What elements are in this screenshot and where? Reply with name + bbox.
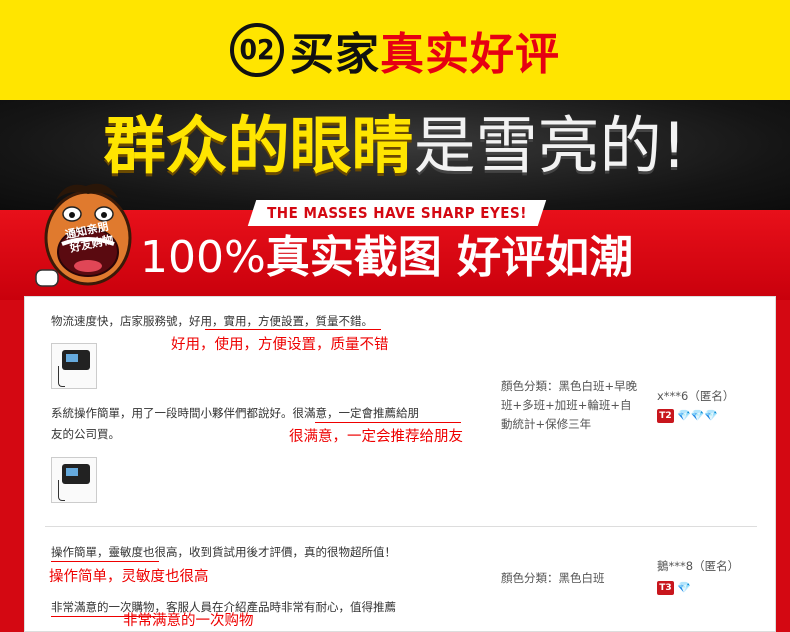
review-divider <box>45 526 757 527</box>
title-red-part: 真实好评 <box>380 29 560 80</box>
section-number-badge: 02 <box>230 23 284 77</box>
sku-label: 顏色分類： <box>501 379 559 393</box>
review-sku-info: 顏色分類：黑色白班 <box>501 569 651 588</box>
review-sku-info: 顏色分類：黑色白班+早晚班+多班+加班+輪班+自動統計+保修三年 <box>501 377 641 434</box>
reviewer-level-badge: T2 <box>657 409 674 423</box>
annotation-underline <box>315 422 461 423</box>
sub-headline-percent: 100% <box>140 232 266 283</box>
reviewer-level-badge: T3 <box>657 581 674 595</box>
mascot-face-icon: 通知亲朋 好友购物 <box>35 183 132 287</box>
review-text-line: 操作簡單，靈敏度也很高，收到貨試用後才評價，真的很物超所值！ <box>51 545 396 559</box>
reviewer-name: x***6（匿名） <box>657 389 735 403</box>
review-photo-thumbnail[interactable] <box>51 457 97 503</box>
review-annotation: 好用，使用，方便设置，质量不错 <box>171 337 389 353</box>
review-photo-thumbnail[interactable] <box>51 343 97 389</box>
review-text-line: 物流速度快，店家服務號，好用，實用，方便設置，質量不錯。 <box>51 314 373 328</box>
reviewer-diamond-icon: 💎 <box>677 581 691 594</box>
annotation-underline <box>51 561 159 562</box>
section-title: 02 买家真实好评 <box>0 18 790 82</box>
reviewer-diamond-icon: 💎💎💎 <box>677 409 719 422</box>
review-text-line: 系統操作簡單，用了一段時間小夥伴們都說好。很滿意，一定會推薦給朋 <box>51 406 419 420</box>
review-text-line: 友的公司買。 <box>51 427 120 441</box>
title-black-part: 买家 <box>290 29 380 80</box>
reviewer-name: 鵝***8（匿名） <box>657 559 740 573</box>
review-annotation: 非常满意的一次购物 <box>123 613 254 629</box>
sub-headline-text: 真实截图 好评如潮 <box>265 232 634 283</box>
sub-headline: 100%真实截图 好评如潮 <box>140 228 700 288</box>
review-annotation: 很满意，一定会推荐给朋友 <box>289 429 463 445</box>
headline-yellow: 群众的眼睛 <box>103 109 414 182</box>
review-panel: 物流速度快，店家服務號，好用，實用，方便設置，質量不錯。 好用，使用，方便设置，… <box>24 296 776 632</box>
english-banner-text: THE MASSES HAVE SHARP EYES! <box>267 204 527 222</box>
headline-white: 是雪亮的! <box>413 109 687 182</box>
review-annotation: 操作简单，灵敏度也很高 <box>49 569 209 585</box>
sku-label: 顏色分類： <box>501 571 559 585</box>
annotation-underline <box>205 329 381 330</box>
sku-value: 黑色白班 <box>558 571 605 585</box>
